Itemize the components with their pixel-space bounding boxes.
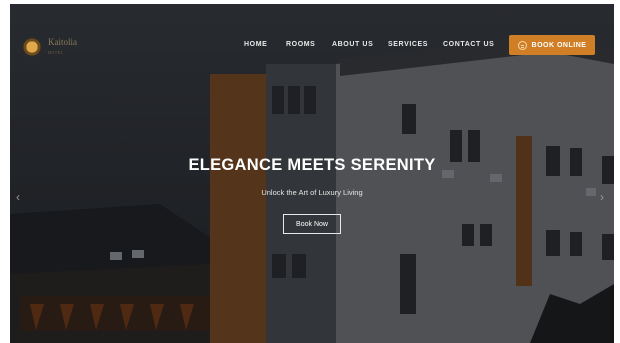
brand-name: Kaitolia HOTEL <box>48 36 77 55</box>
nav-item-home[interactable]: HOME <box>244 41 267 48</box>
book-now-button[interactable]: Book Now <box>283 214 341 234</box>
hero-section: Kaitolia HOTEL HOME ROOMS ABOUT US SERVI… <box>10 4 614 343</box>
brand-tagline: HOTEL <box>48 49 64 55</box>
book-online-button[interactable]: BOOK ONLINE <box>509 35 595 55</box>
nav-item-rooms[interactable]: ROOMS <box>286 41 315 48</box>
brand-logo-icon <box>22 37 42 57</box>
calendar-icon <box>517 40 527 50</box>
nav-item-contact-us[interactable]: CONTACT US <box>443 41 494 48</box>
brand-logo[interactable]: Kaitolia HOTEL <box>22 36 102 58</box>
hero-title: ELEGANCE MEETS SERENITY <box>188 156 436 174</box>
nav-item-services[interactable]: SERVICES <box>388 41 428 48</box>
book-online-label: BOOK ONLINE <box>531 41 587 49</box>
nav-item-about-us[interactable]: ABOUT US <box>332 41 373 48</box>
hero-subtitle: Unlock the Art of Luxury Living <box>261 188 363 197</box>
top-navigation: Kaitolia HOTEL HOME ROOMS ABOUT US SERVI… <box>10 4 614 84</box>
